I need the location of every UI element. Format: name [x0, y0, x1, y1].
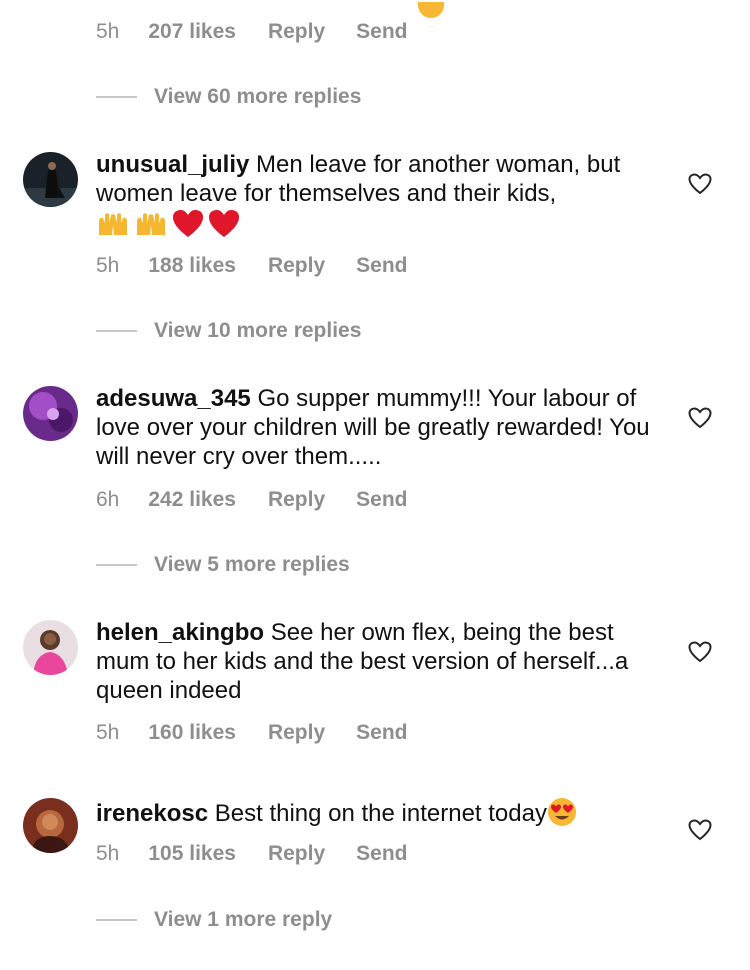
- comment-username[interactable]: helen_akingbo: [96, 619, 264, 646]
- comment-body: Best thing on the internet today: [214, 800, 547, 827]
- avatar[interactable]: [23, 386, 78, 441]
- likes-count[interactable]: 242 likes: [148, 488, 236, 512]
- send-button[interactable]: Send: [356, 721, 407, 745]
- view-replies-label[interactable]: View 5 more replies: [154, 553, 350, 577]
- reply-button[interactable]: Reply: [268, 254, 325, 278]
- raising-hands-icon: [99, 212, 127, 235]
- reply-button[interactable]: Reply: [268, 842, 325, 866]
- comment-time: 5h: [96, 721, 120, 744]
- comment-time: 5h: [96, 254, 120, 277]
- divider-line: [96, 919, 137, 921]
- like-heart-icon[interactable]: [688, 641, 712, 663]
- reply-button[interactable]: Reply: [268, 721, 325, 745]
- comment-text: unusual_juliy Men leave for another woma…: [96, 150, 666, 239]
- send-button[interactable]: Send: [356, 488, 407, 512]
- comment-text: adesuwa_345 Go supper mummy!!! Your labo…: [96, 384, 666, 471]
- comment-username[interactable]: unusual_juliy: [96, 151, 249, 178]
- likes-count[interactable]: 160 likes: [148, 721, 236, 745]
- comment-username[interactable]: irenekosc: [96, 800, 208, 827]
- comment-meta: 6h 242 likes Reply Send: [96, 482, 407, 518]
- reply-button[interactable]: Reply: [268, 20, 325, 44]
- partial-comment: 5h 207 likes Reply Send: [96, 2, 696, 50]
- send-button[interactable]: Send: [356, 20, 407, 44]
- send-button[interactable]: Send: [356, 842, 407, 866]
- view-replies-label[interactable]: View 60 more replies: [154, 85, 361, 109]
- reply-button[interactable]: Reply: [268, 488, 325, 512]
- red-heart-icon: [209, 209, 239, 237]
- view-replies-button[interactable]: View 5 more replies: [96, 550, 350, 580]
- red-heart-icon: [173, 209, 203, 237]
- view-replies-button[interactable]: View 1 more reply: [96, 905, 332, 935]
- view-replies-label[interactable]: View 1 more reply: [154, 908, 332, 932]
- comment-meta: 5h 160 likes Reply Send: [96, 715, 407, 751]
- comment-text: irenekosc Best thing on the internet tod…: [96, 797, 666, 828]
- view-replies-label[interactable]: View 10 more replies: [154, 319, 361, 343]
- comment-time: 5h: [96, 20, 120, 43]
- likes-count[interactable]: 188 likes: [148, 254, 236, 278]
- comment-username[interactable]: adesuwa_345: [96, 385, 251, 412]
- comment-time: 5h: [96, 842, 120, 865]
- like-heart-icon[interactable]: [688, 819, 712, 841]
- heart-eyes-emoji-icon: [547, 798, 576, 826]
- comment-meta: 5h 105 likes Reply Send: [96, 836, 407, 872]
- like-heart-icon[interactable]: [688, 173, 712, 195]
- divider-line: [96, 330, 137, 332]
- likes-count[interactable]: 207 likes: [148, 20, 236, 44]
- emoji-group: [96, 209, 240, 239]
- avatar[interactable]: [23, 620, 78, 675]
- view-replies-button[interactable]: View 10 more replies: [96, 316, 361, 346]
- view-replies-button[interactable]: View 60 more replies: [96, 82, 361, 112]
- comment-meta: 5h 188 likes Reply Send: [96, 248, 407, 284]
- raising-hands-icon: [137, 212, 165, 235]
- comment-time: 6h: [96, 488, 120, 511]
- divider-line: [96, 96, 137, 98]
- comment-meta: 5h 207 likes Reply Send: [96, 14, 696, 50]
- like-heart-icon[interactable]: [688, 407, 712, 429]
- divider-line: [96, 564, 137, 566]
- likes-count[interactable]: 105 likes: [148, 842, 236, 866]
- send-button[interactable]: Send: [356, 254, 407, 278]
- avatar[interactable]: [23, 152, 78, 207]
- avatar[interactable]: [23, 798, 78, 853]
- comment-text: helen_akingbo See her own flex, being th…: [96, 618, 666, 705]
